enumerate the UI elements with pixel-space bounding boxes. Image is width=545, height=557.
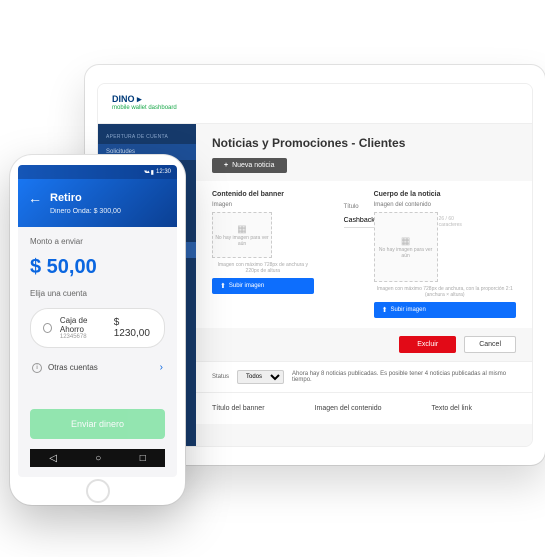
delete-button[interactable]: Excluir [399,336,456,353]
body-image-label: Imagen del contenido [374,202,516,208]
new-news-button[interactable]: Nueva noticia [212,158,287,173]
account-card[interactable]: Caja de Ahorro 12345678 $ 1230,00 [30,308,165,348]
banner-content-label: Contenido del banner [212,191,314,198]
new-news-label: Nueva noticia [232,162,274,169]
balance-label: Dinero Onda: $ 300,00 [50,208,167,215]
upload-icon [220,282,226,290]
image-icon: ▦ [401,236,410,247]
banner-image-dropzone[interactable]: ▦ No hay imagen para ver aún [212,212,272,258]
phone-device: ▾▴▴ ▮ 12:30 ← Retiro Dinero Onda: $ 300,… [10,155,185,505]
upload-banner-button[interactable]: Subir imagen [212,278,314,294]
battery-icon: ▮ [151,169,154,176]
banner-panel: Contenido del banner Imagen ▦ No hay ima… [196,181,532,328]
upload-body-label: Subir imagen [390,307,425,313]
col-link: Texto del link [431,405,471,412]
account-number: 12345678 [60,334,106,340]
col-title: Título del banner [212,405,265,412]
status-select[interactable]: Todos [237,370,284,384]
plus-icon [224,162,232,169]
upload-banner-label: Subir imagen [229,283,264,289]
nav-home-icon[interactable]: ○ [95,453,101,464]
balance-value: $ 300,00 [94,208,121,215]
banner-image-label: Imagen [212,202,314,208]
tablet-topbar: DINO ▸ mobile wallet dashboard [98,84,532,124]
banner-image-hint: Imagen con máximo 728px de anchura y 220… [212,262,314,274]
choose-account-label: Elija una cuenta [30,289,165,298]
cancel-button[interactable]: Cancel [464,336,516,353]
upload-icon [382,306,388,314]
back-button[interactable]: ← [28,191,42,205]
content-header: Noticias y Promociones - Clientes Nueva … [196,124,532,181]
dropzone-hint: No hay imagen para ver aún [375,247,437,259]
status-message: Ahora hay 8 noticias publicadas. Es posi… [292,371,516,383]
screen-title: Retiro [50,192,82,204]
chevron-right-icon: › [160,362,163,373]
table-header: Título del banner Imagen del contenido T… [196,392,532,424]
phone-screen: ▾▴▴ ▮ 12:30 ← Retiro Dinero Onda: $ 300,… [18,165,177,477]
banner-image-col: Contenido del banner Imagen ▦ No hay ima… [212,191,314,318]
image-icon: ▦ [237,224,246,235]
account-name: Caja de Ahorro [60,316,106,334]
phone-status-bar: ▾▴▴ ▮ 12:30 [18,165,177,179]
nav-recent-icon[interactable]: □ [140,453,146,464]
other-accounts-label: Otras cuentas [48,363,98,372]
signal-icon: ▾▴▴ [144,169,149,175]
radio-icon [43,323,52,333]
body-image-hint: Imagen con máximo 728px de anchura, con … [374,286,516,298]
phone-main: Monto a enviar $ 50,00 Elija una cuenta … [18,227,177,477]
upload-body-button[interactable]: Subir imagen [374,302,516,318]
phone-home-area [10,477,185,505]
body-col: Cuerpo de la noticia Imagen del contenid… [374,191,516,318]
action-row: Excluir Cancel [196,328,532,361]
content-area: Noticias y Promociones - Clientes Nueva … [196,124,532,446]
status-label: Status [212,374,229,380]
account-balance: $ 1230,00 [114,317,152,339]
phone-header: ← Retiro Dinero Onda: $ 300,00 [18,179,177,227]
phone-home-button[interactable] [86,479,110,503]
dropzone-hint: No hay imagen para ver aún [213,235,271,247]
send-money-button[interactable]: Enviar dinero [30,409,165,439]
tablet-logo: DINO ▸ mobile wallet dashboard [112,95,177,113]
balance-text: Dinero Onda: [50,208,92,215]
col-image: Imagen del contenido [315,405,382,412]
status-time: 12:30 [156,169,171,175]
page-title: Noticias y Promociones - Clientes [212,136,516,150]
logo-line1: DINO ▸ [112,94,142,104]
status-row: Status Todos Ahora hay 8 noticias public… [196,361,532,392]
body-image-dropzone[interactable]: ▦ No hay imagen para ver aún [374,212,438,282]
logo-line2: mobile wallet dashboard [112,104,177,113]
info-icon: i [32,363,42,373]
sidebar-section-aperture: Apertura de cuenta [98,130,196,142]
amount-label: Monto a enviar [30,237,165,246]
android-navbar: ◁ ○ □ [30,449,165,467]
body-label: Cuerpo de la noticia [374,191,516,198]
other-accounts-row[interactable]: i Otras cuentas › [30,358,165,377]
amount-value: $ 50,00 [30,256,165,279]
nav-back-icon[interactable]: ◁ [49,453,57,464]
